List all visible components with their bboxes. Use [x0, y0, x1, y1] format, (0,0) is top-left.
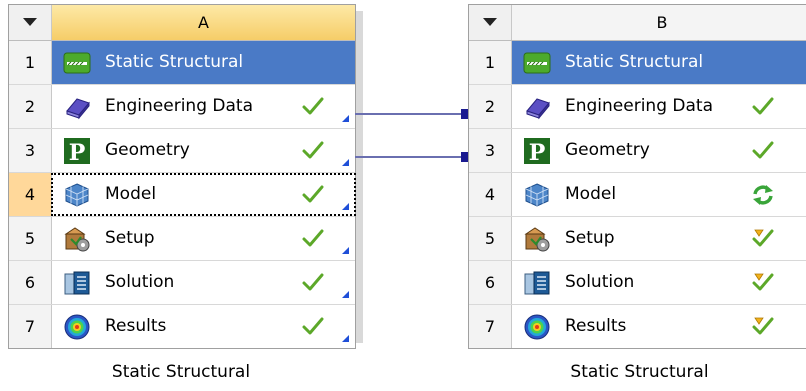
update-required-icon	[751, 316, 775, 338]
check-icon	[301, 140, 325, 162]
cell-label: Geometry	[105, 140, 190, 160]
update-required-icon	[751, 272, 775, 294]
connector-arrow-icon[interactable]	[342, 159, 349, 166]
static-structural-icon	[63, 49, 91, 77]
cell-label: Results	[105, 316, 167, 336]
row-number: 3	[9, 129, 52, 172]
cell-label: Engineering Data	[565, 96, 713, 116]
system-menu-cell[interactable]	[469, 5, 512, 40]
row-number: 1	[469, 41, 512, 84]
geometry-icon	[63, 137, 91, 165]
cell-model[interactable]: 4 Model	[469, 173, 806, 217]
cell-static-structural[interactable]: 1 Static Structural	[9, 41, 355, 85]
system-caption[interactable]: Static Structural	[468, 362, 806, 382]
update-required-icon	[751, 228, 775, 250]
results-icon	[63, 313, 91, 341]
cell-solution[interactable]: 6 Solution	[469, 261, 806, 305]
cell-label: Setup	[565, 228, 615, 248]
cell-engineering-data[interactable]: 2 Engineering Data	[9, 85, 355, 129]
row-number: 4	[9, 173, 52, 216]
engineering-data-icon	[523, 93, 551, 121]
engineering-data-icon	[63, 93, 91, 121]
cell-setup[interactable]: 5 Setup	[469, 217, 806, 261]
connector-arrow-icon[interactable]	[342, 115, 349, 122]
cell-label: Geometry	[565, 140, 650, 160]
row-number: 2	[9, 85, 52, 128]
cell-solution[interactable]: 6 Solution	[9, 261, 355, 305]
refresh-required-icon	[751, 184, 775, 206]
system-menu-cell[interactable]	[9, 5, 52, 40]
check-icon	[301, 228, 325, 250]
cell-label: Solution	[565, 272, 635, 292]
setup-icon	[63, 225, 91, 253]
solution-icon	[523, 269, 551, 297]
cell-geometry[interactable]: 3 Geometry	[469, 129, 806, 173]
cell-label: Model	[105, 184, 157, 204]
row-number: 2	[469, 85, 512, 128]
cell-setup[interactable]: 5 Setup	[9, 217, 355, 261]
model-icon	[523, 181, 551, 209]
cell-label: Setup	[105, 228, 155, 248]
row-number: 6	[469, 261, 512, 304]
row-number: 1	[9, 41, 52, 84]
cell-model[interactable]: 4 Model	[9, 173, 356, 217]
cell-label: Static Structural	[105, 52, 244, 72]
cell-label: Model	[565, 184, 617, 204]
geometry-icon	[523, 137, 551, 165]
row-number: 4	[469, 173, 512, 216]
system-grid: A 1 Static Structural 2 Engineering Data…	[8, 4, 356, 349]
check-icon	[301, 272, 325, 294]
cell-geometry[interactable]: 3 Geometry	[9, 129, 355, 173]
connector-arrow-icon[interactable]	[342, 247, 349, 254]
row-number: 7	[9, 305, 52, 348]
cell-label: Results	[565, 316, 627, 336]
row-number: 7	[469, 305, 512, 348]
solution-icon	[63, 269, 91, 297]
cell-results[interactable]: 7 Results	[469, 305, 806, 348]
check-icon	[301, 184, 325, 206]
row-number: 5	[9, 217, 52, 260]
check-icon	[301, 316, 325, 338]
setup-icon	[523, 225, 551, 253]
check-icon	[301, 96, 325, 118]
column-header-row: A	[9, 5, 355, 41]
results-icon	[523, 313, 551, 341]
column-header: B	[512, 5, 806, 40]
connector-arrow-icon[interactable]	[342, 291, 349, 298]
model-icon	[63, 181, 91, 209]
system-caption[interactable]: Static Structural	[8, 362, 354, 382]
cell-engineering-data[interactable]: 2 Engineering Data	[469, 85, 806, 129]
cell-label: Static Structural	[565, 52, 704, 72]
connector-arrow-icon[interactable]	[342, 203, 349, 210]
static-structural-icon	[523, 49, 551, 77]
engineering-data-link[interactable]	[355, 113, 463, 115]
check-icon	[751, 140, 775, 162]
row-number: 3	[469, 129, 512, 172]
cell-results[interactable]: 7 Results	[9, 305, 355, 348]
system-grid: B 1 Static Structural 2 Engineering Data…	[468, 4, 806, 349]
dropdown-arrow-icon[interactable]	[23, 18, 37, 26]
column-header-row: B	[469, 5, 806, 41]
check-icon	[751, 96, 775, 118]
cell-static-structural[interactable]: 1 Static Structural	[469, 41, 806, 85]
geometry-link[interactable]	[355, 156, 463, 158]
cell-label: Engineering Data	[105, 96, 253, 116]
connector-arrow-icon[interactable]	[342, 335, 349, 342]
row-number: 5	[469, 217, 512, 260]
row-number: 6	[9, 261, 52, 304]
dropdown-arrow-icon[interactable]	[483, 18, 497, 26]
cell-label: Solution	[105, 272, 175, 292]
column-header: A	[52, 5, 355, 40]
